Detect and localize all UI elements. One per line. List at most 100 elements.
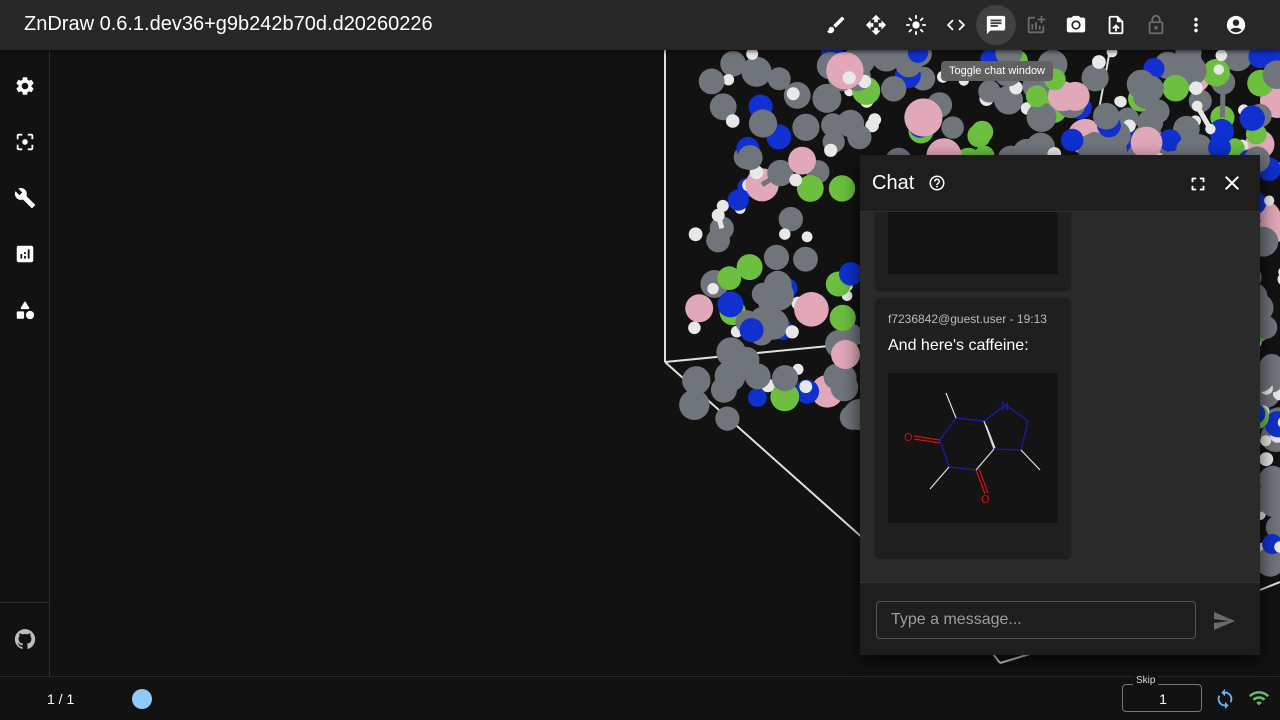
atom[interactable] [794,292,829,327]
atom[interactable] [1191,100,1203,112]
frame-slider-thumb[interactable] [132,689,152,709]
atom[interactable] [789,173,803,187]
atom[interactable] [741,56,772,87]
atom[interactable] [737,145,763,171]
atom[interactable] [707,283,719,295]
atom[interactable] [792,113,820,141]
atom[interactable] [685,294,714,323]
atom[interactable] [793,246,818,272]
center-focus-button[interactable] [5,122,45,162]
atom[interactable] [727,189,749,211]
atom[interactable] [779,228,791,240]
atom[interactable] [778,206,803,232]
atom[interactable] [711,208,725,222]
chat-fullscreen-button[interactable] [1187,173,1209,195]
tools-button[interactable] [5,178,45,218]
add-chart-button[interactable] [1016,5,1056,45]
skip-value: 1 [1159,691,1167,707]
atom[interactable] [748,109,778,138]
chat-toggle-button[interactable] [976,5,1016,45]
atom[interactable] [739,318,764,343]
code-button[interactable] [936,5,976,45]
atom[interactable] [824,143,838,157]
atom[interactable] [720,50,746,77]
geometry-button[interactable] [5,290,45,330]
atom[interactable] [1093,102,1120,130]
atom[interactable] [1215,50,1228,62]
atom[interactable] [831,340,861,369]
atom[interactable] [801,231,813,243]
atom[interactable] [1189,81,1203,95]
atom[interactable] [967,124,991,148]
atom[interactable] [715,406,740,431]
atom[interactable] [764,246,788,270]
atom[interactable] [725,114,740,128]
atom[interactable] [1130,126,1163,159]
atom[interactable] [1092,55,1106,69]
atom[interactable] [748,388,767,407]
chat-messages[interactable]: f7236842@guest.user - 19:13 And here's c… [860,212,1260,582]
atom[interactable] [785,325,799,339]
atom[interactable] [1259,452,1274,467]
brightness-button[interactable] [896,5,936,45]
close-icon [1225,176,1239,190]
atom[interactable] [978,80,1001,103]
github-link[interactable] [5,619,45,659]
atom[interactable] [881,76,907,102]
atom[interactable] [829,304,856,331]
move-button[interactable] [856,5,896,45]
atom[interactable] [786,87,800,101]
skip-label: Skip [1133,675,1159,686]
skip-input[interactable]: 1 [1122,684,1202,712]
upload-file-button[interactable] [1096,5,1136,45]
box-edge [1259,581,1280,591]
sync-button[interactable] [1214,688,1236,710]
lock-button[interactable] [1136,5,1176,45]
send-button[interactable] [1212,609,1236,633]
atom[interactable] [904,98,943,137]
atom[interactable] [1213,64,1225,75]
atom[interactable] [717,266,742,291]
more-options-button[interactable] [1176,5,1216,45]
svg-text:N: N [1001,400,1009,413]
atom[interactable] [828,175,856,202]
atom[interactable] [799,380,813,394]
atom[interactable] [842,71,856,85]
screenshot-button[interactable] [1056,5,1096,45]
atom[interactable] [722,74,735,86]
atom[interactable] [1060,128,1084,152]
atom[interactable] [688,227,703,242]
atom[interactable] [771,365,799,392]
chat-message-input[interactable] [876,601,1196,639]
atom[interactable] [679,389,710,420]
brush-button[interactable] [816,5,856,45]
atom[interactable] [941,116,964,139]
account-button[interactable] [1216,5,1256,45]
atom[interactable] [1025,85,1048,108]
center-focus-icon [16,133,34,151]
atom[interactable] [688,321,701,335]
atom[interactable] [1264,195,1275,206]
atom[interactable] [1239,105,1265,131]
atom[interactable] [1114,96,1125,107]
atom[interactable] [1162,74,1189,102]
atom[interactable] [1260,435,1272,447]
upload-file-icon [1108,15,1124,35]
atom[interactable] [847,125,872,150]
message-author-time: f7236842@guest.user - 19:13 [888,312,1047,326]
atom[interactable] [767,67,791,91]
message-image [888,212,1058,274]
atom[interactable] [744,363,771,390]
atom[interactable] [788,146,816,175]
analysis-button[interactable] [5,234,45,274]
atom[interactable] [710,376,737,403]
atom[interactable] [698,68,725,95]
atom[interactable] [1026,102,1057,132]
settings-button[interactable] [5,66,45,106]
atom[interactable] [1137,75,1164,103]
atom[interactable] [751,282,775,306]
chat-close-button[interactable] [1220,171,1244,195]
atom[interactable] [826,52,864,90]
more-vert-icon [1194,17,1198,33]
chat-help-button[interactable] [928,174,946,192]
